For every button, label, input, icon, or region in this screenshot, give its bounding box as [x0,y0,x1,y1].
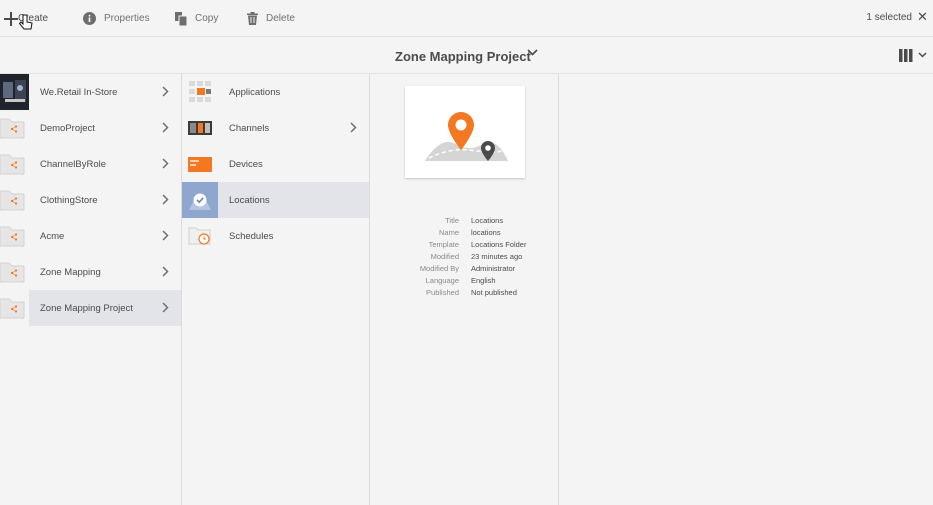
list-item[interactable]: DemoProject [0,110,181,146]
list-item[interactable]: Applications [182,74,369,110]
metadata-value: English [471,276,496,285]
title-bar: Zone Mapping Project [0,37,933,74]
metadata-key: Published [426,288,459,297]
chevron-right-icon [162,266,169,277]
list-item[interactable]: Channels [182,110,369,146]
project-folder-icon [0,298,25,319]
metadata-value: Not published [471,288,517,297]
chevron-right-icon [162,122,169,133]
action-bar: Create Properties Copy Delete 1 selected… [0,0,933,37]
column-project-contents: Applications Channels Devices Locations … [182,74,370,505]
list-item[interactable]: Acme [0,218,181,254]
list-item-label: We.Retail In-Store [40,86,118,98]
chevron-down-icon [918,52,927,58]
column-projects: We.Retail In-Store DemoProject ChannelBy… [0,74,182,505]
chevron-down-icon[interactable] [527,49,538,57]
project-folder-icon [0,154,25,175]
locations-selected-icon [182,182,218,218]
list-item[interactable]: Zone Mapping [0,254,181,290]
list-item-label: Acme [40,230,65,242]
list-item-label: Zone Mapping [40,266,101,278]
selection-count: 1 selected [866,12,912,23]
metadata-key: Name [438,228,459,237]
list-item-label: DemoProject [40,122,95,134]
chevron-right-icon [162,302,169,313]
close-selection-icon[interactable]: ✕ [917,10,928,24]
list-item-label: Applications [229,86,281,98]
devices-icon [188,157,212,172]
metadata-key: Language [425,276,459,285]
project-folder-icon [0,262,25,283]
chevron-right-icon [162,230,169,241]
applications-icon [189,81,211,102]
delete-label: Delete [266,13,295,24]
list-item[interactable]: ChannelByRole [0,146,181,182]
preview-card[interactable] [405,86,525,178]
metadata-value: Locations Folder [471,240,527,249]
project-folder-icon [0,226,25,247]
project-folder-icon [0,190,25,211]
schedules-icon [188,227,211,245]
list-item-label: Zone Mapping Project [40,302,133,314]
metadata-value: 23 minutes ago [471,252,523,261]
column-view-icon [899,49,913,62]
list-item[interactable]: Schedules [182,218,369,254]
copy-label: Copy [195,13,219,24]
metadata-row: Modified 23 minutes ago [370,251,559,263]
copy-button[interactable]: Copy [175,0,218,37]
page-title[interactable]: Zone Mapping Project [395,49,531,64]
copy-icon [175,11,187,26]
project-folder-icon [0,118,25,139]
metadata-row: Template Locations Folder [370,239,559,251]
metadata-row: Name locations [370,227,559,239]
list-item-selected[interactable]: Locations [182,182,369,218]
metadata-key: Title [445,216,459,225]
list-item-selected[interactable]: Zone Mapping Project [0,290,181,326]
properties-button[interactable]: Properties [83,0,150,37]
list-item-label: ClothingStore [40,194,98,206]
metadata-row: Language English [370,275,559,287]
metadata-row: Title Locations [370,215,559,227]
metadata-key: Modified By [419,264,459,273]
chevron-right-icon [162,158,169,169]
plus-icon [4,11,18,26]
list-item[interactable]: We.Retail In-Store [0,74,181,110]
details-panel: Title Locations Name locations Template Loc… [370,74,559,505]
metadata-key: Template [428,240,459,249]
metadata-value: locations [471,228,501,237]
list-item-label: Channels [229,122,270,134]
list-item[interactable]: Devices [182,146,369,182]
chevron-right-icon [162,86,169,97]
properties-label: Properties [104,13,150,24]
list-item-label: Schedules [229,230,274,242]
list-item-label: Devices [229,158,263,170]
list-item[interactable]: ClothingStore [0,182,181,218]
info-icon [83,12,96,25]
trash-icon [247,12,258,25]
metadata-row: Modified By Administrator [370,263,559,275]
metadata-key: Modified [430,252,459,261]
view-switcher[interactable] [899,49,927,62]
metadata-value: Administrator [471,264,516,273]
details-metadata: Title Locations Name locations Template Loc… [370,215,559,299]
delete-button[interactable]: Delete [247,0,295,37]
chevron-right-icon [162,194,169,205]
we-retail-thumbnail [0,74,29,110]
metadata-row: Published Not published [370,287,559,299]
hand-cursor-icon [19,14,33,30]
metadata-value: Locations [471,216,504,225]
channels-icon [188,121,212,135]
location-map-pin-icon [425,112,508,161]
chevron-right-icon [350,122,357,133]
list-item-label: ChannelByRole [40,158,107,170]
list-item-label: Locations [229,194,270,206]
